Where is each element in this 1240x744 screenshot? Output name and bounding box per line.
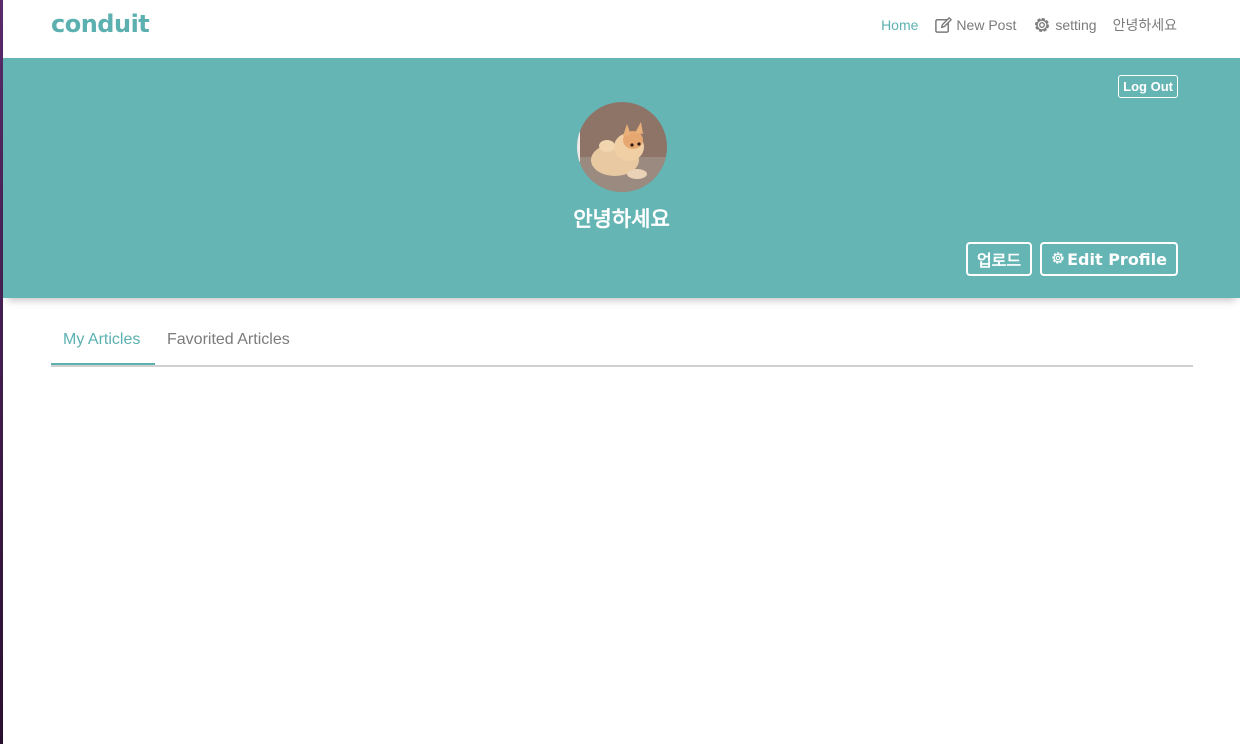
nav-home-label: Home xyxy=(881,17,919,33)
profile-username: 안녕하세요 xyxy=(573,207,670,231)
edit-profile-label: Edit Profile xyxy=(1067,249,1167,269)
nav-new-post-label: New Post xyxy=(956,17,1017,33)
cat-photo-image xyxy=(577,102,667,192)
edit-profile-button[interactable]: Edit Profile xyxy=(1040,242,1178,276)
tab-my-articles[interactable]: My Articles xyxy=(51,320,155,365)
gear-icon xyxy=(1051,250,1065,269)
upload-button[interactable]: 업로드 xyxy=(965,242,1033,276)
logout-button[interactable]: Log Out xyxy=(1118,75,1178,98)
top-navbar: conduit Home New Post setting 안녕하세요 xyxy=(3,0,1240,50)
brand-logo[interactable]: conduit xyxy=(51,10,150,38)
nav-setting-link[interactable]: setting xyxy=(1032,15,1097,35)
nav-home-link[interactable]: Home xyxy=(881,17,918,33)
edit-icon xyxy=(934,16,953,35)
nav-user-link[interactable]: 안녕하세요 xyxy=(1113,15,1177,35)
profile-actions: 업로드 Edit Profile xyxy=(965,242,1178,276)
article-tabs: My Articles Favorited Articles xyxy=(51,320,1193,367)
nav-new-post-link[interactable]: New Post xyxy=(934,16,1016,35)
avatar[interactable] xyxy=(577,102,667,192)
nav-setting-label: setting xyxy=(1055,17,1097,33)
tab-favorited-articles[interactable]: Favorited Articles xyxy=(155,320,302,365)
upload-button-label: 업로드 xyxy=(976,251,1022,270)
nav-user-label: 안녕하세요 xyxy=(1112,17,1177,33)
gear-icon xyxy=(1032,15,1052,35)
app-window: conduit Home New Post setting 안녕하세요 Log … xyxy=(0,0,1240,744)
profile-banner: Log Out 안녕하세요 업로드 Edit Profile xyxy=(3,58,1240,298)
nav-links: Home New Post setting 안녕하세요 xyxy=(881,0,1177,50)
